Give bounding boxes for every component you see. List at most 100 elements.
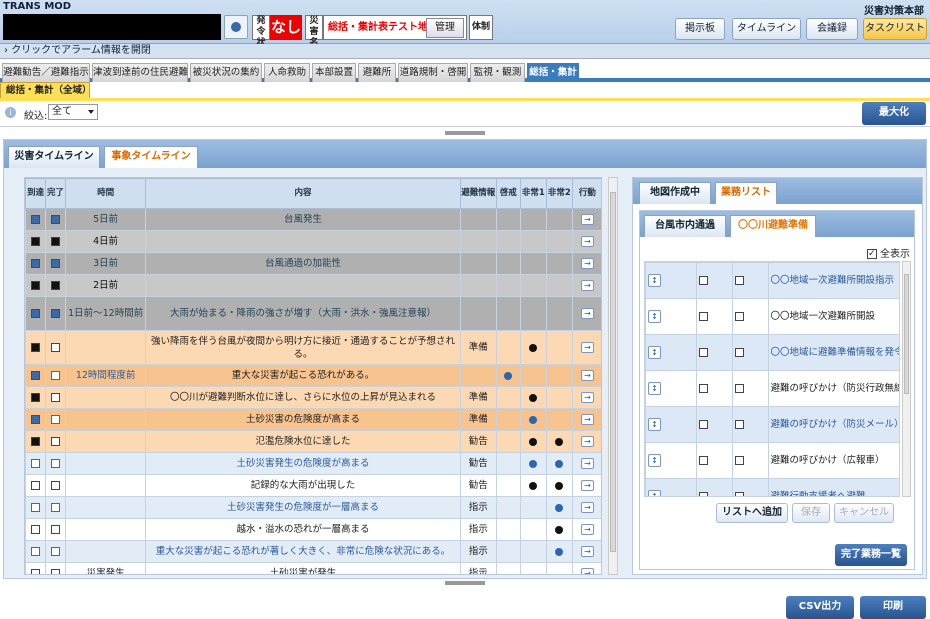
arrive-checkbox[interactable]	[31, 371, 41, 380]
arrive-checkbox[interactable]	[31, 459, 41, 468]
reorder-icon[interactable]: ↕	[648, 310, 661, 323]
tab-damage-status[interactable]: 被災状況の集約	[190, 63, 262, 82]
task-check-1[interactable]	[699, 384, 709, 393]
task-check-1[interactable]	[699, 492, 709, 496]
done-checkbox[interactable]	[51, 503, 61, 512]
tab-evacuation-advisory[interactable]: 避難勧告／避難指示	[2, 63, 90, 82]
table-row[interactable]: 強い降雨を伴う台風が夜間から明け方に接近・通過することが予想される。 準備 →	[25, 330, 601, 365]
arrive-checkbox[interactable]	[31, 569, 41, 574]
arrow-right-icon[interactable]: →	[580, 308, 594, 319]
reorder-icon[interactable]: ↕	[648, 418, 661, 431]
arrive-checkbox[interactable]	[31, 343, 41, 352]
task-check-1[interactable]	[699, 276, 709, 285]
tab-disaster-timeline[interactable]: 災害タイムライン	[8, 146, 100, 168]
arrow-right-icon[interactable]: →	[580, 546, 594, 557]
tab-summary[interactable]: 総括・集計	[527, 63, 579, 82]
table-row[interactable]: 2日前 →	[25, 274, 601, 297]
list-item[interactable]: ↕〇〇地域に避難準備情報を発令災害対策本部→	[645, 334, 899, 371]
done-checkbox[interactable]	[51, 481, 61, 490]
done-checkbox[interactable]	[51, 215, 61, 224]
csv-export-button[interactable]: CSV出力	[786, 596, 854, 619]
timeline-button[interactable]: タイムライン	[732, 18, 801, 40]
reorder-icon[interactable]: ↕	[648, 346, 661, 359]
done-checkbox[interactable]	[51, 437, 61, 446]
filter-select[interactable]: 全て	[48, 104, 98, 120]
tab-hq-setup[interactable]: 本部設置	[312, 63, 356, 82]
scrollbar-thumb[interactable]	[904, 274, 909, 394]
tasklist-button[interactable]: タスクリスト	[863, 18, 927, 40]
save-button[interactable]: 保存	[792, 503, 830, 523]
tab-typhoon-passing[interactable]: 台風市内通過	[644, 215, 726, 237]
arrow-right-icon[interactable]: →	[580, 480, 594, 491]
list-item[interactable]: ↕避難行動支援者へ避難福祉班→	[645, 478, 899, 496]
splitter-handle-top[interactable]	[445, 131, 485, 135]
task-check-1[interactable]	[699, 456, 709, 465]
table-row[interactable]: 越水・溢水の恐れが一層高まる 指示 →	[25, 518, 601, 541]
done-checkbox[interactable]	[51, 569, 61, 574]
done-checkbox[interactable]	[51, 237, 61, 246]
task-check-2[interactable]	[734, 492, 744, 496]
timeline-scrollbar[interactable]	[608, 177, 618, 575]
task-check-2[interactable]	[734, 456, 744, 465]
tab-task-list[interactable]: 業務リスト	[715, 182, 777, 204]
done-checkbox[interactable]	[51, 371, 61, 380]
tab-event-timeline[interactable]: 事象タイムライン	[104, 146, 198, 168]
arrow-right-icon[interactable]: →	[580, 436, 594, 447]
alarm-toggle-bar[interactable]: › クリックでアラーム情報を開閉	[0, 44, 930, 59]
show-all-toggle[interactable]: ✓ 全表示	[866, 245, 910, 260]
table-row[interactable]: 重大な災害が起こる恐れが著しく大きく、非常に危険な状況にある。 指示 →	[25, 540, 601, 563]
table-row[interactable]: 災害発生 土砂災害が発生 指示 →	[25, 562, 601, 574]
task-check-1[interactable]	[699, 420, 709, 429]
completed-tasks-button[interactable]: 完了業務一覧	[835, 544, 907, 566]
arrow-right-icon[interactable]: →	[580, 502, 594, 513]
reorder-icon[interactable]: ↕	[648, 274, 661, 287]
task-check-1[interactable]	[699, 348, 709, 357]
task-check-2[interactable]	[734, 384, 744, 393]
done-checkbox[interactable]	[51, 459, 61, 468]
table-row[interactable]: 5日前 台風発生 →	[25, 208, 601, 231]
board-button[interactable]: 掲示板	[675, 18, 725, 40]
add-to-list-button[interactable]: リストへ追加	[716, 503, 788, 523]
arrow-right-icon[interactable]: →	[580, 214, 594, 225]
list-item[interactable]: ↕避難の呼びかけ（広報車）→	[645, 442, 899, 479]
task-check-2[interactable]	[734, 420, 744, 429]
arrive-checkbox[interactable]	[31, 437, 41, 446]
done-checkbox[interactable]	[51, 343, 61, 352]
arrow-right-icon[interactable]: →	[580, 280, 594, 291]
done-checkbox[interactable]	[51, 547, 61, 556]
tab-map-creating[interactable]: 地図作成中	[639, 182, 711, 204]
done-checkbox[interactable]	[51, 525, 61, 534]
tab-rescue[interactable]: 人命救助	[264, 63, 310, 82]
tab-tsunami-evacuation[interactable]: 津波到達前の住民避難	[92, 63, 188, 82]
task-check-2[interactable]	[734, 312, 744, 321]
print-button[interactable]: 印刷	[860, 596, 926, 619]
done-checkbox[interactable]	[51, 309, 61, 318]
table-row[interactable]: 土砂災害発生の危険度が高まる 勧告 →	[25, 452, 601, 475]
arrive-checkbox[interactable]	[31, 525, 41, 534]
arrow-right-icon[interactable]: →	[580, 414, 594, 425]
arrive-checkbox[interactable]	[31, 215, 41, 224]
show-all-checkbox[interactable]: ✓	[866, 249, 877, 259]
minutes-button[interactable]: 会議録	[806, 18, 858, 40]
arrow-right-icon[interactable]: →	[580, 458, 594, 469]
table-row[interactable]: 土砂災害の危険度が高まる 準備 →	[25, 408, 601, 431]
task-check-1[interactable]	[699, 312, 709, 321]
list-item[interactable]: ↕避難の呼びかけ（防災メール）→	[645, 406, 899, 443]
arrive-checkbox[interactable]	[31, 503, 41, 512]
reorder-icon[interactable]: ↕	[648, 382, 661, 395]
arrow-right-icon[interactable]: →	[580, 392, 594, 403]
reorder-icon[interactable]: ↕	[648, 454, 661, 467]
cancel-button[interactable]: キャンセル	[834, 503, 894, 523]
arrow-right-icon[interactable]: →	[580, 568, 594, 574]
arrive-checkbox[interactable]	[31, 309, 41, 318]
task-check-2[interactable]	[734, 348, 744, 357]
arrive-checkbox[interactable]	[31, 237, 41, 246]
done-checkbox[interactable]	[51, 415, 61, 424]
table-row[interactable]: 土砂災害発生の危険度が一層高まる 指示 →	[25, 496, 601, 519]
done-checkbox[interactable]	[51, 281, 61, 290]
task-check-2[interactable]	[734, 276, 744, 285]
table-row[interactable]: 氾濫危険水位に達した 勧告 →	[25, 430, 601, 453]
list-item[interactable]: ↕〇〇地域一次避難所開設経済班→	[645, 298, 899, 335]
arrow-right-icon[interactable]: →	[580, 370, 594, 381]
table-row[interactable]: 12時間程度前 重大な災害が起こる恐れがある。 →	[25, 364, 601, 387]
